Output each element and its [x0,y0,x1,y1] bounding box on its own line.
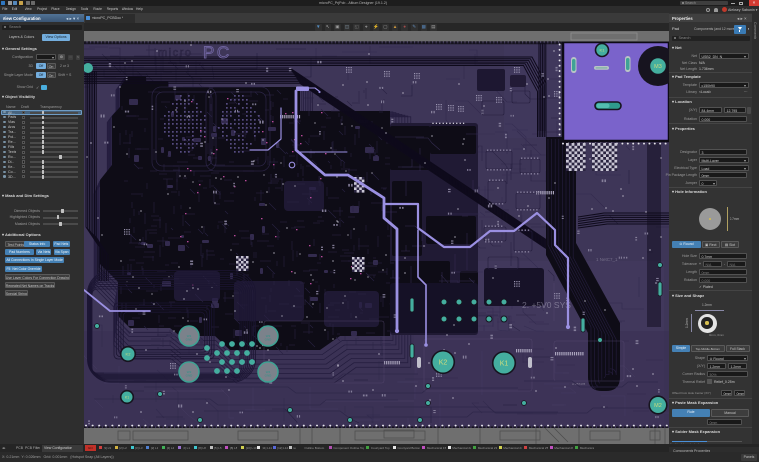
svg-text:GND: GND [265,338,273,342]
svg-text:M2: M2 [654,403,662,409]
svg-text:K1: K1 [500,361,509,368]
svg-text:GND: GND [186,338,194,342]
svg-text:1 NetC7_1: 1 NetC7_1 [596,257,618,262]
svg-text:PC: PC [203,43,232,62]
svg-text:K1: K1 [125,395,129,399]
svg-text:GND: GND [186,374,194,378]
svg-text:GND: GND [265,374,273,378]
svg-text:K2: K2 [439,360,448,367]
svg-text:micro: micro [158,47,192,59]
svg-text:K2: K2 [126,351,132,356]
svg-text:2. +5V0 SYS: 2. +5V0 SYS [522,300,571,310]
svg-text:K1: K1 [600,47,606,52]
